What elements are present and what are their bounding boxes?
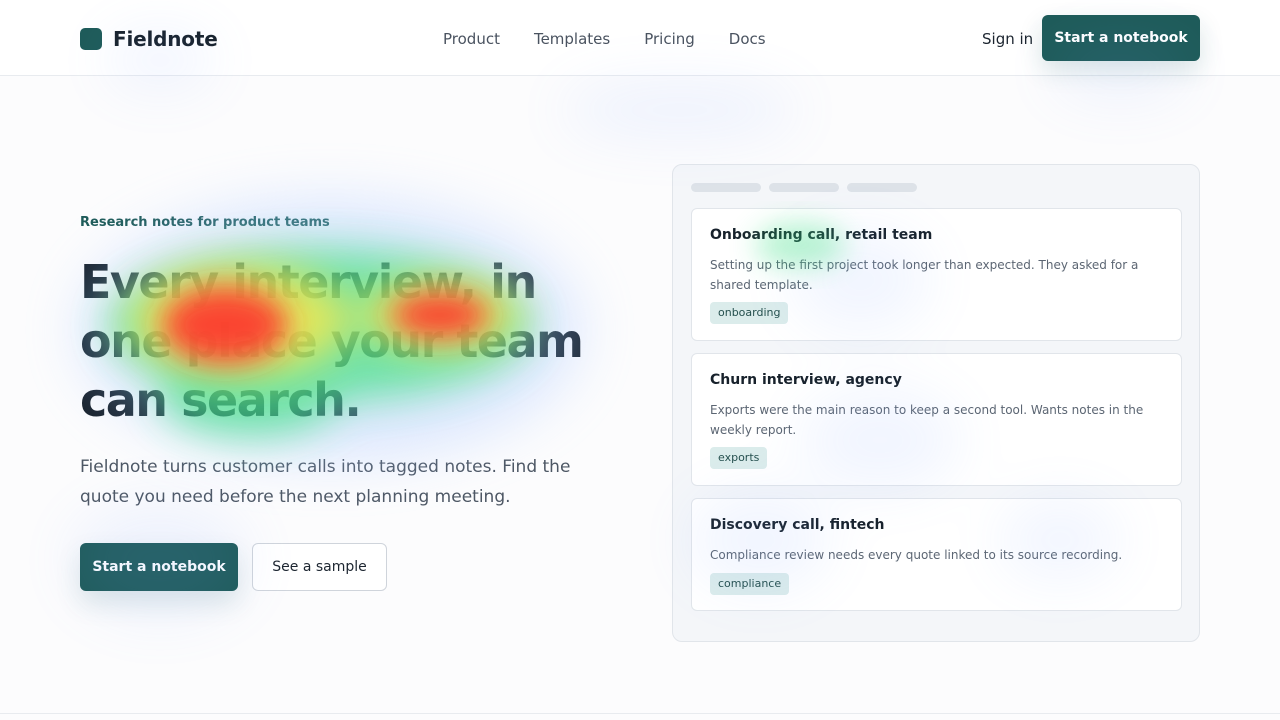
note-card[interactable]: Discovery call, fintech Compliance revie…: [691, 498, 1182, 611]
panel-tab-placeholder: [769, 183, 839, 192]
site-header: Fieldnote Product Templates Pricing Docs…: [0, 0, 1280, 76]
nav-link-templates[interactable]: Templates: [534, 29, 610, 49]
panel-tab-placeholder: [691, 183, 761, 192]
panel-tab-placeholder: [847, 183, 917, 192]
start-notebook-button[interactable]: Start a notebook: [80, 543, 238, 591]
note-tag[interactable]: onboarding: [710, 302, 789, 324]
section-divider: [0, 713, 1280, 714]
brand-logo[interactable]: Fieldnote: [80, 27, 218, 51]
note-title: Churn interview, agency: [710, 372, 902, 388]
nav-link-pricing[interactable]: Pricing: [644, 29, 695, 49]
note-body: Exports were the main reason to keep a s…: [710, 403, 1144, 437]
note-tag[interactable]: exports: [710, 447, 768, 469]
note-body: Setting up the first project took longer…: [710, 258, 1139, 292]
note-card[interactable]: Churn interview, agency Exports were the…: [691, 353, 1182, 486]
note-title: Discovery call, fintech: [710, 517, 885, 533]
panel-tab-placeholders: [691, 183, 917, 192]
main-nav: Product Templates Pricing Docs: [443, 29, 766, 49]
hero-subtext: Fieldnote turns customer calls into tagg…: [80, 457, 571, 507]
hero-eyebrow: Research notes for product teams: [80, 215, 330, 230]
header-start-notebook-button[interactable]: Start a notebook: [1042, 15, 1200, 61]
brand-name: Fieldnote: [113, 27, 218, 51]
hero-headline: Every interview, in one place your team …: [80, 255, 584, 427]
note-card[interactable]: Onboarding call, retail team Setting up …: [691, 208, 1182, 341]
logo-mark-icon: [80, 28, 102, 50]
nav-link-docs[interactable]: Docs: [729, 29, 766, 49]
note-tag[interactable]: compliance: [710, 573, 790, 595]
notes-preview-panel: Onboarding call, retail team Setting up …: [672, 164, 1200, 642]
nav-link-product[interactable]: Product: [443, 29, 500, 49]
note-body: Compliance review needs every quote link…: [710, 548, 1123, 562]
see-sample-button[interactable]: See a sample: [252, 543, 387, 591]
note-title: Onboarding call, retail team: [710, 227, 933, 243]
sign-in-link[interactable]: Sign in: [982, 29, 1033, 49]
